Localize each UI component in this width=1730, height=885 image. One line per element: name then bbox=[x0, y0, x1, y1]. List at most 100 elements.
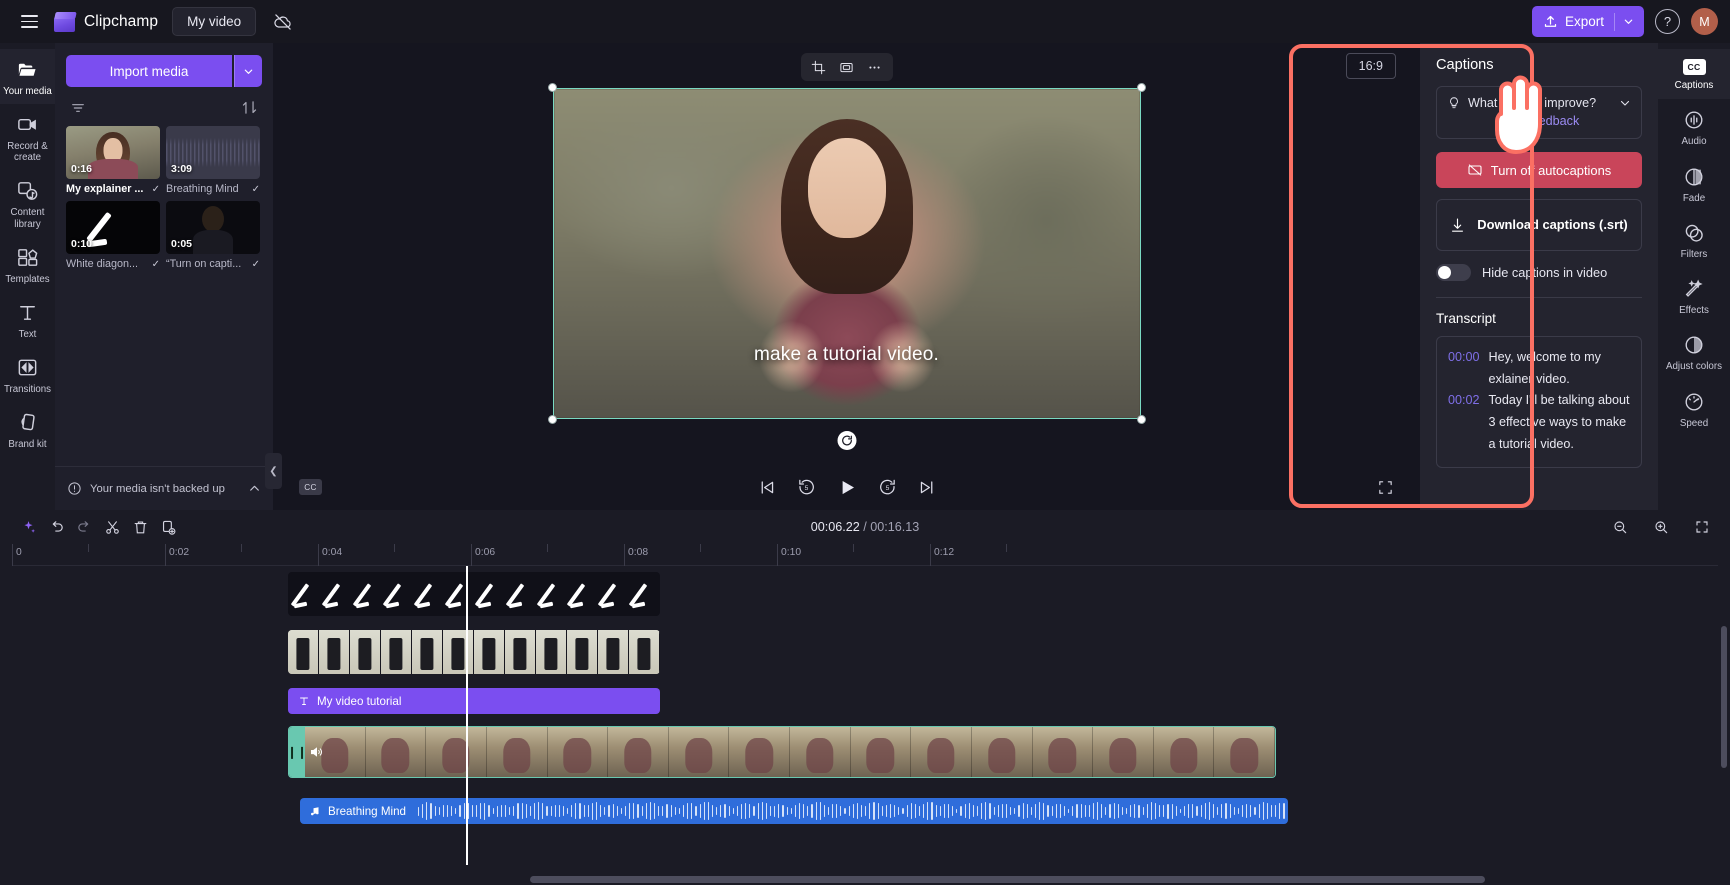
media-thumbnail[interactable]: 0:16 bbox=[66, 126, 160, 179]
media-item[interactable]: 0:05 “Turn on capti... ✓ bbox=[166, 201, 260, 270]
hide-captions-toggle-row[interactable]: Hide captions in video bbox=[1436, 264, 1642, 281]
sidebar-item-your-media[interactable]: Your media bbox=[0, 49, 55, 105]
sidebar-item-brand-kit[interactable]: Brand kit bbox=[0, 402, 55, 457]
crop-icon[interactable] bbox=[806, 55, 832, 79]
transcript-box[interactable]: 00:00 Hey, welcome to my exlainer video.… bbox=[1436, 336, 1642, 469]
preview-stage: 16:9 make a tutorial video. bbox=[273, 43, 1420, 464]
delete-icon[interactable] bbox=[126, 514, 154, 540]
filter-icon[interactable] bbox=[70, 100, 86, 116]
ruler-tick-label: 0:08 bbox=[628, 547, 649, 558]
split-icon[interactable] bbox=[98, 514, 126, 540]
svg-text:5: 5 bbox=[804, 485, 808, 492]
media-thumbnail[interactable]: 0:05 bbox=[166, 201, 260, 254]
turn-off-autocaptions-button[interactable]: Turn off autocaptions bbox=[1436, 152, 1642, 188]
collapse-panel-icon[interactable]: ❮ bbox=[265, 453, 282, 489]
hide-captions-toggle[interactable] bbox=[1436, 264, 1471, 281]
sidebar-item-record-create[interactable]: Record & create bbox=[0, 104, 55, 170]
fit-timeline-icon[interactable] bbox=[1688, 514, 1716, 540]
timeline-track-audio[interactable]: Breathing Mind bbox=[300, 798, 1288, 824]
timeline-clip-text[interactable]: My video tutorial bbox=[288, 688, 660, 714]
timeline-ruler[interactable]: 0 0:02 0:04 0:06 0:08 0:10 0:12 bbox=[12, 544, 1718, 566]
volume-icon[interactable] bbox=[309, 745, 324, 760]
tool-effects[interactable]: Effects bbox=[1658, 268, 1730, 324]
transcript-entry[interactable]: 00:02 Today I'll be talking about 3 effe… bbox=[1448, 390, 1630, 455]
timeline-toolbar: 00:06.22 / 00:16.13 bbox=[0, 510, 1730, 544]
avatar[interactable]: M bbox=[1691, 8, 1718, 35]
fullscreen-icon[interactable] bbox=[1377, 479, 1394, 496]
media-item[interactable]: 0:10 White diagon... ✓ bbox=[66, 201, 160, 270]
resize-handle-bottom-right[interactable] bbox=[1136, 415, 1146, 424]
menu-icon[interactable] bbox=[12, 5, 46, 39]
sidebar-item-text[interactable]: Text bbox=[0, 292, 55, 347]
transcript-text[interactable]: Hey, welcome to my exlainer video. bbox=[1489, 347, 1630, 390]
skip-previous-icon[interactable] bbox=[757, 478, 776, 497]
download-captions-button[interactable]: Download captions (.srt) bbox=[1436, 199, 1642, 251]
give-feedback-link[interactable]: Give feedback bbox=[1447, 114, 1631, 128]
film-frame bbox=[629, 630, 660, 674]
zoom-in-icon[interactable] bbox=[1647, 514, 1675, 540]
sidebar-item-templates[interactable]: Templates bbox=[0, 237, 55, 292]
playhead[interactable] bbox=[466, 566, 468, 865]
video-preview[interactable]: make a tutorial video. bbox=[552, 88, 1141, 419]
film-frame bbox=[598, 630, 629, 674]
transcript-timestamp: 00:00 bbox=[1448, 350, 1480, 364]
film-frame bbox=[350, 630, 381, 674]
feedback-box[interactable]: What can we improve? Give feedback bbox=[1436, 86, 1642, 139]
tool-fade[interactable]: Fade bbox=[1658, 156, 1730, 212]
clip-trim-handle-left[interactable]: ❙❙ bbox=[289, 727, 307, 777]
transcript-text[interactable]: Today I'll be talking about 3 effective … bbox=[1489, 390, 1630, 455]
more-icon[interactable] bbox=[862, 55, 888, 79]
help-icon[interactable]: ? bbox=[1655, 9, 1680, 34]
arrow-frame bbox=[323, 577, 349, 611]
tool-speed[interactable]: Speed bbox=[1658, 381, 1730, 437]
timeline-clip-arrows[interactable] bbox=[288, 572, 660, 616]
aspect-ratio-button[interactable]: 16:9 bbox=[1345, 53, 1396, 79]
media-thumbnail[interactable]: 0:10 bbox=[66, 201, 160, 254]
transcript-entry[interactable]: 00:00 Hey, welcome to my exlainer video. bbox=[1448, 347, 1630, 390]
import-dropdown-caret[interactable] bbox=[234, 55, 262, 87]
resize-handle-bottom-left[interactable] bbox=[547, 415, 557, 424]
forward-5-icon[interactable]: 5 bbox=[877, 477, 897, 497]
fit-icon[interactable] bbox=[834, 55, 860, 79]
tool-filters[interactable]: Filters bbox=[1658, 212, 1730, 268]
timeline-clip-filmstrip[interactable] bbox=[288, 630, 660, 674]
rotate-handle[interactable] bbox=[837, 431, 856, 450]
duplicate-icon[interactable] bbox=[154, 514, 182, 540]
skip-next-icon[interactable] bbox=[917, 478, 936, 497]
project-name-field[interactable]: My video bbox=[172, 7, 257, 36]
media-item[interactable]: 0:16 My explainer ... ✓ bbox=[66, 126, 160, 195]
timeline-horizontal-scrollbar[interactable] bbox=[270, 876, 1716, 883]
tool-captions[interactable]: CC Captions bbox=[1658, 49, 1730, 100]
import-row: Import media bbox=[55, 43, 273, 95]
video-frame-thumb bbox=[1093, 727, 1154, 777]
rewind-5-icon[interactable]: 5 bbox=[796, 477, 816, 497]
resize-handle-top-right[interactable] bbox=[1136, 83, 1146, 92]
export-button[interactable]: Export bbox=[1531, 6, 1644, 37]
feedback-prompt-row: What can we improve? bbox=[1447, 96, 1631, 110]
undo-icon[interactable] bbox=[42, 514, 70, 540]
redo-icon[interactable] bbox=[70, 514, 98, 540]
zoom-out-icon[interactable] bbox=[1606, 514, 1634, 540]
media-item[interactable]: 3:09 Breathing Mind ✓ bbox=[166, 126, 260, 195]
turn-off-label: Turn off autocaptions bbox=[1490, 162, 1612, 178]
timeline-vertical-scrollbar[interactable] bbox=[1721, 626, 1727, 855]
timeline-track-video[interactable]: ❙❙ bbox=[288, 726, 1276, 778]
video-selection[interactable]: make a tutorial video. bbox=[547, 83, 1146, 450]
cc-toggle-button[interactable]: CC bbox=[299, 479, 322, 495]
sidebar-item-content-library[interactable]: Content library bbox=[0, 170, 55, 236]
magic-icon[interactable] bbox=[14, 514, 42, 540]
play-icon[interactable] bbox=[836, 477, 857, 498]
tool-audio[interactable]: Audio bbox=[1658, 99, 1730, 155]
sidebar-item-transitions[interactable]: Transitions bbox=[0, 347, 55, 402]
media-thumbnail[interactable]: 3:09 bbox=[166, 126, 260, 179]
arrow-frame bbox=[538, 577, 564, 611]
resize-handle-top-left[interactable] bbox=[547, 83, 557, 92]
audio-waveform bbox=[418, 798, 1285, 824]
tool-adjust-colors[interactable]: Adjust colors bbox=[1658, 324, 1730, 380]
import-media-button[interactable]: Import media bbox=[66, 55, 232, 87]
check-icon: ✓ bbox=[151, 183, 160, 195]
sort-icon[interactable] bbox=[241, 99, 258, 116]
cc-icon: CC bbox=[1682, 59, 1706, 75]
cloud-off-icon[interactable] bbox=[270, 9, 296, 35]
ruler-tick-label: 0:10 bbox=[781, 547, 802, 558]
